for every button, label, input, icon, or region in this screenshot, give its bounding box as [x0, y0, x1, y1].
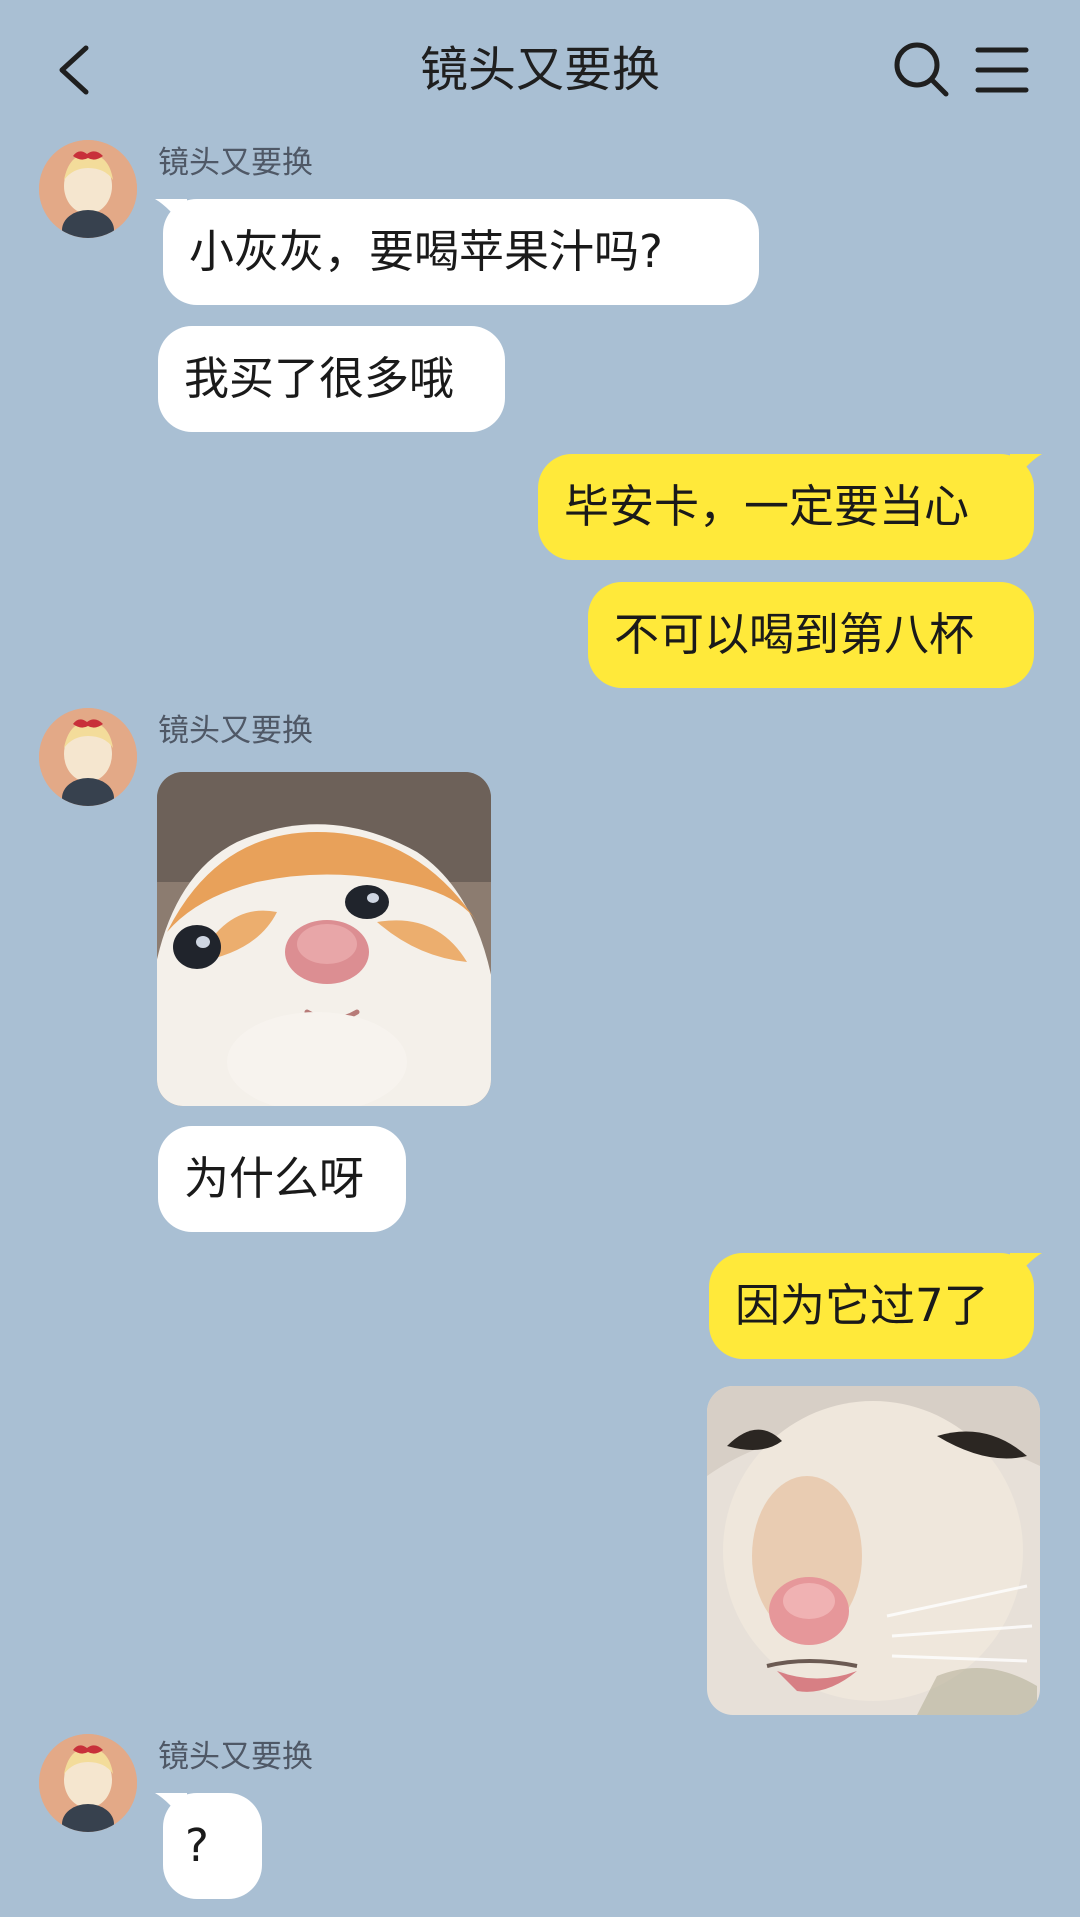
sender-name: 镜头又要换 [158, 1739, 313, 1775]
message-text: 毕安卡，一定要当心 [564, 480, 970, 533]
message-text: 我买了很多哦 [184, 352, 455, 405]
message-text: ? [185, 1819, 209, 1872]
message-text: 因为它过7了 [735, 1279, 989, 1332]
bubble-tail [1010, 1253, 1042, 1285]
contact-avatar[interactable] [39, 140, 137, 238]
bubble-tail [155, 1793, 187, 1825]
menu-icon [975, 47, 1029, 93]
contact-avatar[interactable] [39, 1734, 137, 1832]
sender-name: 镜头又要换 [158, 713, 313, 749]
message-text: 为什么呀 [184, 1152, 365, 1205]
sender-name: 镜头又要换 [158, 145, 313, 181]
sticker-image[interactable] [707, 1386, 1040, 1715]
message-bubble-incoming[interactable]: 为什么呀 [158, 1126, 406, 1232]
avatar-illustration-icon [39, 1734, 137, 1832]
message-bubble-incoming[interactable]: ? [155, 1793, 262, 1899]
avatar-illustration-icon [39, 708, 137, 806]
chat-header: 镜头又要换 [0, 0, 1080, 140]
message-bubble-outgoing[interactable]: 毕安卡，一定要当心 [538, 454, 1042, 560]
message-bubble-outgoing[interactable]: 不可以喝到第八杯 [588, 582, 1034, 688]
chat-screen: 镜头又要换 镜头又要换 小灰灰，要喝苹果汁吗? 我买了很多哦 毕安卡，一定要当心… [0, 0, 1080, 1917]
menu-button[interactable] [974, 42, 1030, 98]
search-icon [894, 42, 949, 97]
message-text: 小灰灰，要喝苹果汁吗? [189, 225, 663, 278]
bubble-tail [155, 199, 187, 231]
kitten-looking-up-sticker [157, 772, 491, 1106]
bubble-tail [1010, 454, 1042, 486]
message-text: 不可以喝到第八杯 [614, 608, 975, 661]
message-bubble-incoming[interactable]: 我买了很多哦 [158, 326, 505, 432]
message-bubble-incoming[interactable]: 小灰灰，要喝苹果汁吗? [155, 199, 759, 305]
squinting-cat-sticker [707, 1386, 1040, 1715]
contact-avatar[interactable] [39, 708, 137, 806]
message-bubble-outgoing[interactable]: 因为它过7了 [709, 1253, 1042, 1359]
sticker-image[interactable] [157, 772, 491, 1106]
search-button[interactable] [892, 40, 952, 100]
avatar-illustration-icon [39, 140, 137, 238]
